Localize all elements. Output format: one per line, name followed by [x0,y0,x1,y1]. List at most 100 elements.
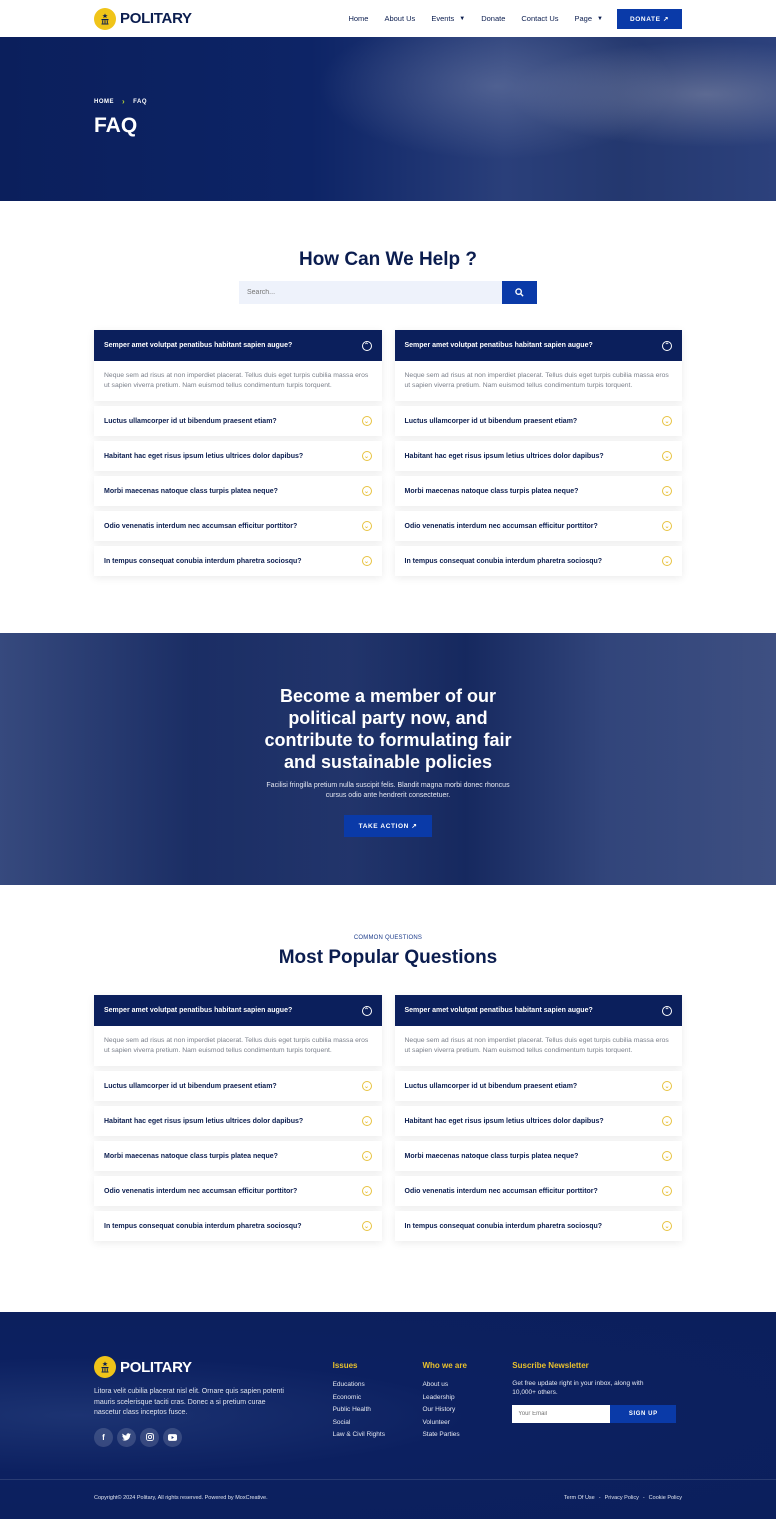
chevron-down-circle-icon[interactable]: ⌄ [662,1081,672,1091]
footer-link[interactable]: Volunteer [422,1417,512,1430]
chevron-down-circle-icon[interactable]: ⌄ [361,486,372,496]
faq-question[interactable]: Luctus ullamcorper id ut bibendum praese… [395,406,683,436]
main-nav: Home About Us Events ▼ Donate Contact Us … [332,8,682,29]
email-field[interactable] [512,1405,611,1423]
footer-link[interactable]: About us [422,1379,512,1392]
faq-question-text: Semper amet volutpat penatibus habitant … [104,1007,293,1014]
faq-question-text: In tempus consequat conubia interdum pha… [104,557,302,565]
faq-question-text: Luctus ullamcorper id ut bibendum praese… [104,1082,277,1090]
terms-link[interactable]: Term Of Use [564,1495,595,1501]
chevron-down-circle-icon[interactable]: ⌄ [662,486,672,496]
faq-question[interactable]: Semper amet volutpat penatibus habitant … [94,995,382,1026]
faq-question[interactable]: Semper amet volutpat penatibus habitant … [394,330,682,361]
footer-link[interactable]: Educations [333,1379,423,1392]
chevron-down-circle-icon[interactable]: ⌄ [361,1081,372,1091]
nav-label: Home [348,14,369,23]
faq-question[interactable]: Habitant hac eget risus ipsum letius ult… [94,1106,382,1136]
footer-logo[interactable]: POLITARY [94,1356,333,1378]
instagram-icon[interactable] [140,1427,159,1447]
chevron-down-circle-icon[interactable]: ⌄ [662,1116,672,1126]
footer-brand-name: POLITARY [120,1358,192,1376]
footer-link[interactable]: State Parties [422,1429,512,1442]
faq-question[interactable]: Morbi maecenas natoque class turpis plat… [94,476,382,506]
faq-question[interactable]: In tempus consequat conubia interdum pha… [395,546,683,576]
chevron-up-circle-icon[interactable]: ⌃ [361,340,372,351]
faq-question[interactable]: Luctus ullamcorper id ut bibendum praese… [94,1071,382,1101]
chevron-up-circle-icon[interactable]: ⌃ [662,1005,672,1016]
popular-title: Most Popular Questions [278,947,498,968]
twitter-icon[interactable] [117,1427,136,1447]
faq-question[interactable]: Odio venenatis interdum nec accumsan eff… [395,1176,683,1206]
chevron-down-circle-icon[interactable]: ⌄ [662,1221,672,1231]
faq-question[interactable]: In tempus consequat conubia interdum pha… [94,1211,382,1241]
faq-question[interactable]: Semper amet volutpat penatibus habitant … [94,330,382,361]
nav-home[interactable]: Home [348,14,368,23]
footer-bottom-bar: Copyright© 2024 Politary, All rights res… [0,1479,776,1501]
faq-item: Luctus ullamcorper id ut bibendum praese… [94,406,382,436]
chevron-up-circle-icon[interactable]: ⌃ [662,340,672,351]
newsletter-text: Get free update right in your inbox, alo… [512,1380,644,1396]
logo[interactable]: POLITARY [94,7,192,30]
faq-question[interactable]: Habitant hac eget risus ipsum letius ult… [395,441,683,471]
nav-donate[interactable]: Donate [481,14,505,23]
take-action-button[interactable]: TAKE ACTION ↗ [343,815,433,837]
footer-link[interactable]: Leadership [422,1392,512,1405]
footer-link[interactable]: Our History [422,1404,512,1417]
help-title: How Can We Help ? [298,249,478,270]
faq-question[interactable]: In tempus consequat conubia interdum pha… [395,1211,683,1241]
chevron-down-circle-icon[interactable]: ⌄ [361,451,372,461]
chevron-down-circle-icon[interactable]: ⌄ [361,1116,372,1126]
faq-question[interactable]: Morbi maecenas natoque class turpis plat… [94,1141,382,1171]
faq-question[interactable]: Semper amet volutpat penatibus habitant … [394,995,682,1026]
faq-question[interactable]: Morbi maecenas natoque class turpis plat… [395,1141,683,1171]
search-button[interactable] [502,281,537,304]
footer-link[interactable]: Law & Civil Rights [333,1429,423,1442]
sign-up-button[interactable]: SIGN UP [610,1405,677,1423]
breadcrumb-home[interactable]: HOME [94,99,114,105]
chevron-down-circle-icon[interactable]: ⌄ [361,416,372,426]
faq-question[interactable]: Habitant hac eget risus ipsum letius ult… [94,441,382,471]
faq-item: In tempus consequat conubia interdum pha… [394,1211,683,1241]
faq-question[interactable]: Odio venenatis interdum nec accumsan eff… [94,511,382,541]
faq-question[interactable]: Odio venenatis interdum nec accumsan eff… [395,511,683,541]
chevron-down-circle-icon[interactable]: ⌄ [361,556,372,566]
faq-question[interactable]: Odio venenatis interdum nec accumsan eff… [94,1176,382,1206]
footer-issues: Issues Educations Economic Public Health… [333,1356,423,1447]
chevron-down-circle-icon[interactable]: ⌄ [662,416,672,426]
nav-contact-us[interactable]: Contact Us [521,14,558,23]
chevron-down-circle-icon[interactable]: ⌄ [662,521,672,531]
chevron-up-circle-icon[interactable]: ⌃ [361,1005,372,1016]
nav-about-us[interactable]: About Us [384,14,415,23]
privacy-link[interactable]: Privacy Policy [605,1495,639,1501]
footer-link[interactable]: Public Health [333,1404,423,1417]
chevron-down-circle-icon[interactable]: ⌄ [662,1151,672,1161]
chevron-down-circle-icon[interactable]: ⌄ [662,451,672,461]
facebook-icon[interactable]: f [94,1427,113,1447]
faq-question[interactable]: Luctus ullamcorper id ut bibendum praese… [395,1071,683,1101]
chevron-down-circle-icon[interactable]: ⌄ [361,1221,372,1231]
chevron-down-circle-icon[interactable]: ⌄ [361,521,372,531]
faq-question[interactable]: Morbi maecenas natoque class turpis plat… [395,476,683,506]
faq-question-text: Odio venenatis interdum nec accumsan eff… [104,522,298,530]
cookie-link[interactable]: Cookie Policy [649,1495,682,1501]
chevron-down-circle-icon[interactable]: ⌄ [662,1186,672,1196]
search-bar [94,281,682,304]
faq-question[interactable]: Luctus ullamcorper id ut bibendum praese… [94,406,382,436]
footer-link[interactable]: Economic [333,1392,423,1405]
faq-question[interactable]: In tempus consequat conubia interdum pha… [94,546,382,576]
donate-button[interactable]: DONATE ↗ [616,8,682,29]
faq-item: Habitant hac eget risus ipsum letius ult… [94,1106,382,1136]
nav-events[interactable]: Events ▼ [431,14,465,23]
faq-question[interactable]: Habitant hac eget risus ipsum letius ult… [395,1106,683,1136]
chevron-down-circle-icon[interactable]: ⌄ [662,556,672,566]
breadcrumb-current: FAQ [133,98,148,105]
search-input[interactable] [239,281,502,304]
separator: - [598,1495,601,1501]
chevron-down-circle-icon[interactable]: ⌄ [361,1151,372,1161]
footer-link[interactable]: Social [333,1417,423,1430]
chevron-down-circle-icon[interactable]: ⌄ [361,1186,372,1196]
youtube-icon[interactable] [163,1427,182,1447]
nav-page[interactable]: Page ▼ [575,14,603,23]
nav-label: Events [431,14,455,23]
faq-question-text: Morbi maecenas natoque class turpis plat… [104,487,278,495]
